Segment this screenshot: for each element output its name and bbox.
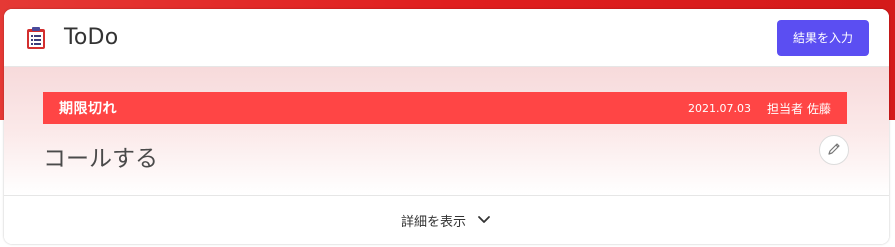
enter-result-button[interactable]: 結果を入力	[776, 19, 869, 56]
card-body: 期限切れ 2021.07.03 担当者 佐藤 コールする	[4, 67, 889, 195]
chevron-down-icon	[476, 212, 492, 228]
card-title: ToDo	[64, 25, 119, 50]
overdue-status-bar: 期限切れ 2021.07.03 担当者 佐藤	[43, 92, 847, 124]
header-left: ToDo	[24, 25, 118, 50]
clipboard-icon	[24, 26, 48, 50]
card-header: ToDo 結果を入力	[4, 9, 889, 67]
show-details-toggle[interactable]: 詳細を表示	[4, 195, 889, 244]
due-date: 2021.07.03	[687, 101, 751, 115]
show-details-label: 詳細を表示	[400, 214, 466, 230]
task-title: コールする	[43, 146, 158, 172]
pencil-icon	[827, 141, 841, 160]
assignee-role: 担当者	[766, 101, 803, 116]
todo-card: ToDo 結果を入力 期限切れ 2021.07.03 担当者 佐藤 コールする	[4, 9, 889, 244]
status-label: 期限切れ	[59, 101, 117, 117]
assignee-name: 佐藤	[806, 101, 831, 116]
assignee: 担当者 佐藤	[767, 100, 831, 117]
status-meta: 2021.07.03 担当者 佐藤	[688, 100, 831, 117]
edit-button[interactable]	[819, 135, 849, 165]
